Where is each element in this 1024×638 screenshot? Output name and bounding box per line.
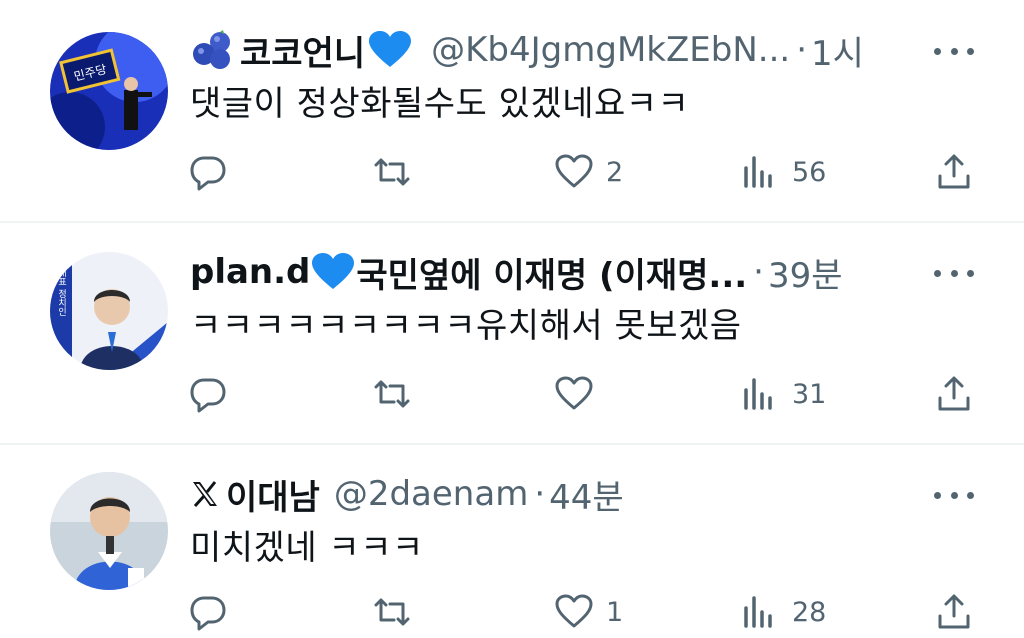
reply-feed: 민주당 코코언니 @Kb4JgmgMkZEbN... · 1시 댓글이 정상화될…	[0, 0, 1024, 638]
x-logo-icon	[190, 479, 220, 509]
reply-button[interactable]	[188, 590, 240, 634]
post-text: 댓글이 정상화될수도 있겠네요ㅋㅋ	[190, 84, 690, 124]
more-options-icon[interactable]	[934, 268, 974, 278]
views-icon	[744, 596, 772, 628]
post-actions: 31	[0, 372, 1024, 416]
share-button[interactable]	[934, 150, 974, 194]
avatar-image: 민주당	[50, 32, 168, 150]
avatar[interactable]: 민주당	[50, 32, 168, 150]
like-button[interactable]: 1	[554, 590, 623, 634]
reply-post[interactable]: 민주당 코코언니 @Kb4JgmgMkZEbN... · 1시 댓글이 정상화될…	[0, 0, 1024, 222]
post-time[interactable]: 39분	[768, 248, 843, 297]
post-text: 미치겠네 ㅋㅋㅋ	[190, 528, 424, 568]
heart-icon	[555, 594, 593, 628]
more-options-icon[interactable]	[934, 490, 974, 500]
like-button[interactable]	[554, 372, 606, 416]
share-icon	[938, 376, 970, 411]
post-text: ㅋㅋㅋㅋㅋㅋㅋㅋㅋ유치해서 못보겠음	[190, 306, 742, 346]
reply-button[interactable]	[188, 372, 240, 416]
blueberries-icon	[190, 30, 234, 70]
more-options-icon[interactable]	[934, 46, 974, 56]
avatar-image	[50, 472, 168, 590]
like-count: 2	[606, 156, 624, 188]
reply-button[interactable]	[188, 150, 240, 194]
post-header: 코코언니 @Kb4JgmgMkZEbN... · 1시	[190, 26, 864, 74]
retweet-button[interactable]	[372, 150, 424, 194]
avatar-label: 대표 정치인	[56, 268, 66, 316]
separator-dot: ·	[534, 474, 546, 514]
share-icon	[938, 594, 970, 629]
retweet-icon	[374, 380, 410, 408]
retweet-button[interactable]	[372, 372, 424, 416]
user-handle[interactable]: @2daenam	[334, 474, 528, 514]
separator-dot: ·	[753, 252, 764, 292]
avatar[interactable]	[50, 472, 168, 590]
view-count: 31	[792, 378, 827, 410]
like-count: 1	[606, 596, 624, 628]
views-icon	[744, 156, 772, 188]
share-button[interactable]	[934, 590, 974, 634]
view-count: 56	[792, 156, 827, 188]
heart-icon	[555, 154, 593, 188]
post-time[interactable]: 44분	[549, 470, 624, 519]
share-button[interactable]	[934, 372, 974, 416]
retweet-icon	[374, 158, 410, 186]
display-name-suffix[interactable]: 국민옆에 이재명 (이재명...	[356, 248, 747, 297]
like-button[interactable]: 2	[554, 150, 623, 194]
post-actions: 1 28	[0, 590, 1024, 634]
separator-dot: ·	[796, 30, 807, 70]
view-count: 28	[792, 596, 827, 628]
post-header: 이대남 @2daenam · 44분	[190, 470, 624, 518]
reply-icon	[190, 596, 226, 631]
reply-post[interactable]: 대표 정치인 plan.d 국민옆에 이재명 (이재명... · 39분 ㅋㅋㅋ…	[0, 222, 1024, 444]
blue-heart-icon	[312, 253, 355, 291]
views-button[interactable]: 31	[740, 372, 826, 416]
reply-icon	[190, 378, 226, 413]
retweet-button[interactable]	[372, 590, 424, 634]
display-name[interactable]: plan.d	[190, 252, 310, 292]
reply-icon	[190, 156, 226, 191]
retweet-icon	[374, 598, 410, 626]
post-header: plan.d 국민옆에 이재명 (이재명... · 39분	[190, 248, 843, 296]
views-button[interactable]: 28	[740, 590, 826, 634]
share-icon	[938, 154, 970, 189]
blue-heart-icon	[369, 31, 412, 69]
post-actions: 2 56	[0, 150, 1024, 194]
avatar[interactable]: 대표 정치인	[50, 252, 168, 370]
user-handle[interactable]: @Kb4JgmgMkZEbN...	[431, 30, 790, 70]
avatar-image: 대표 정치인	[50, 252, 168, 370]
display-name[interactable]: 코코언니	[240, 26, 365, 75]
display-name[interactable]: 이대남	[226, 470, 320, 519]
views-button[interactable]: 56	[740, 150, 826, 194]
views-icon	[744, 378, 772, 410]
reply-post[interactable]: 이대남 @2daenam · 44분 미치겠네 ㅋㅋㅋ 1 28	[0, 444, 1024, 638]
heart-icon	[555, 376, 593, 410]
post-time[interactable]: 1시	[811, 26, 864, 75]
